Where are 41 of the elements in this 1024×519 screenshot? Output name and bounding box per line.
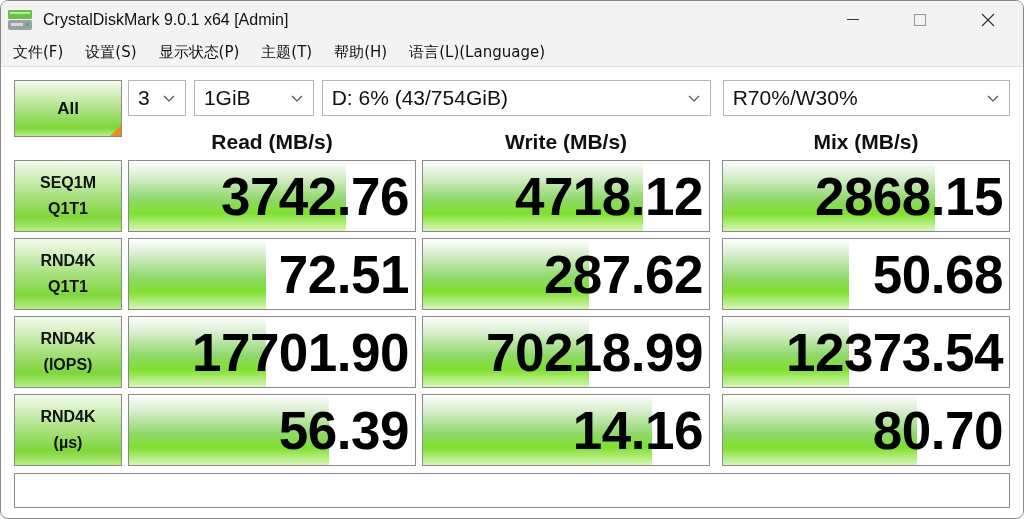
chevron-down-icon xyxy=(987,94,999,102)
result-value: 17701.90 xyxy=(191,321,409,383)
chevron-down-icon xyxy=(162,94,175,102)
menu-item[interactable]: 显示状态(P) xyxy=(158,42,240,62)
column-header: Read (MB/s) xyxy=(210,130,334,154)
window-title: CrystalDiskMark 9.0.1 x64 [Admin] xyxy=(43,10,289,29)
result-value: 3742.76 xyxy=(220,165,409,227)
result-value: 50.68 xyxy=(872,243,1003,305)
column-header: Write (MB/s) xyxy=(503,130,629,154)
dropdown[interactable]: D: 6% (43/754GiB) xyxy=(321,80,711,116)
dropdown[interactable]: R70%/W30% xyxy=(722,80,1010,116)
menu-item[interactable]: 帮助(H) xyxy=(334,42,388,62)
menu-item[interactable]: 设置(S) xyxy=(85,42,137,62)
all-button[interactable]: All xyxy=(14,80,122,137)
test-button[interactable]: RND4K Q1T1 xyxy=(14,238,122,310)
dropdown[interactable]: 3 xyxy=(128,80,186,116)
chevron-down-icon xyxy=(290,94,303,102)
minimize-icon[interactable] xyxy=(847,18,859,21)
test-button[interactable]: RND4K (IOPS) xyxy=(14,316,122,388)
menu-item[interactable]: 语言(L)(Language) xyxy=(409,42,545,62)
result-value: 14.16 xyxy=(572,399,703,461)
test-button[interactable]: RND4K (µs) xyxy=(14,394,122,466)
result-value: 4718.12 xyxy=(514,165,703,227)
result-value: 56.39 xyxy=(278,399,409,461)
column-header: Mix (MB/s) xyxy=(812,130,920,154)
result-value: 12373.54 xyxy=(785,321,1003,383)
dropdown[interactable]: 1GiB xyxy=(193,80,314,116)
chevron-down-icon xyxy=(687,94,700,102)
drive-icon xyxy=(7,7,33,32)
result-value: 2868.15 xyxy=(814,165,1003,227)
maximize-icon[interactable] xyxy=(914,13,926,26)
result-value: 70218.99 xyxy=(485,321,703,383)
menu-item[interactable]: 主题(T) xyxy=(261,42,313,62)
comment-field[interactable] xyxy=(14,473,1010,508)
result-value: 287.62 xyxy=(543,243,703,305)
corner-triangle-icon xyxy=(110,125,121,136)
menu-item[interactable]: 文件(F) xyxy=(13,42,64,62)
test-button[interactable]: SEQ1M Q1T1 xyxy=(14,160,122,232)
result-value: 72.51 xyxy=(278,243,409,305)
close-icon[interactable] xyxy=(981,12,995,27)
result-value: 80.70 xyxy=(872,399,1003,461)
